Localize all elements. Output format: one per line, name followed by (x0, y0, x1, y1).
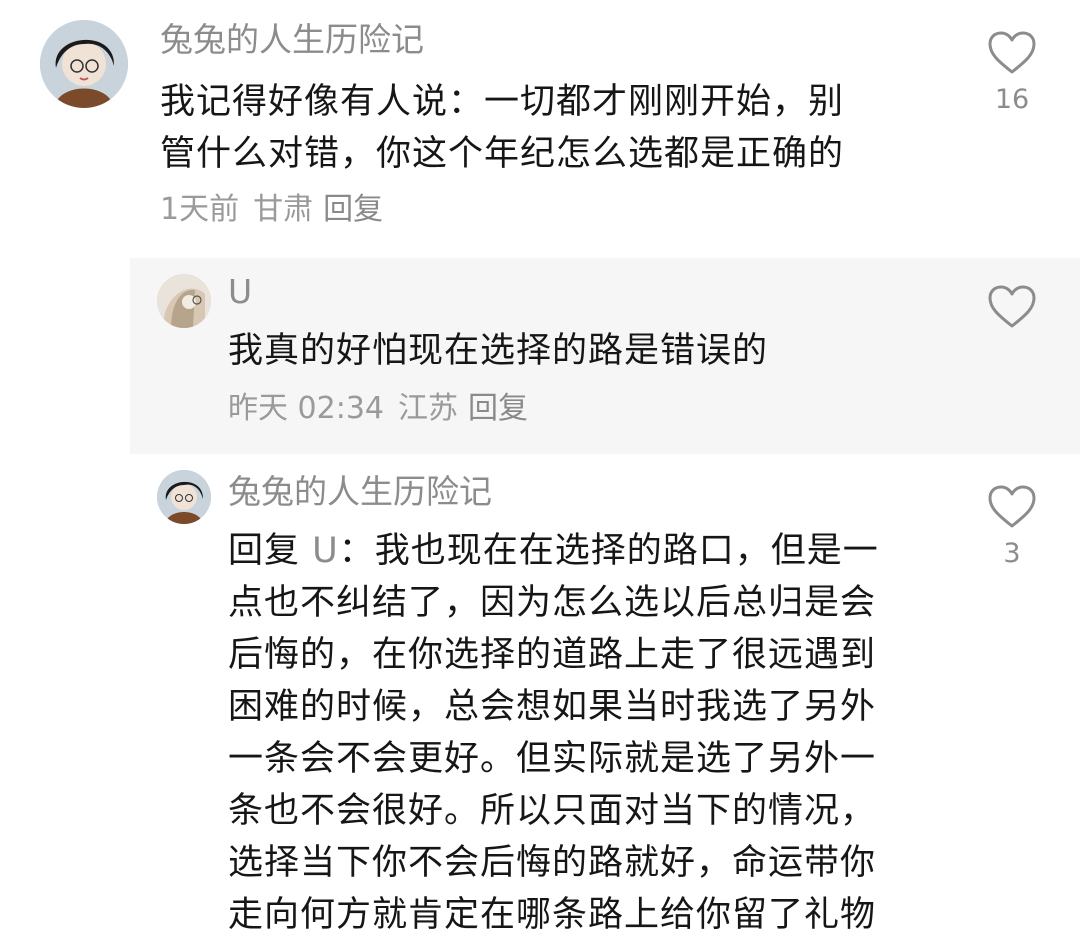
reply-button[interactable]: 回复 (468, 391, 528, 426)
comment-location: 江苏 (398, 391, 458, 426)
comment-text-line: 走向何方就肯定在哪条路上给你留了礼物 (228, 895, 877, 935)
comment-text-line: 管什么对错，你这个年纪怎么选都是正确的 (160, 134, 845, 174)
reply-item: U 我真的好怕现在选择的路是错误的 昨天 02:34 江苏 回复 (130, 258, 1080, 454)
comment-item: 兔兔的人生历险记 我记得好像有人说：一切都才刚刚开始，别 管什么对错，你这个年纪… (0, 0, 1080, 258)
comment-text: 我真的好怕现在选择的路是错误的 (228, 325, 768, 377)
username[interactable]: 兔兔的人生历险记 (228, 472, 492, 512)
comment-text-line: 后悔的，在你选择的道路上走了很远遇到 (228, 635, 877, 675)
like-button[interactable]: 3 (982, 484, 1042, 570)
like-count: 3 (1003, 538, 1021, 569)
avatar[interactable] (40, 20, 128, 108)
username[interactable]: 兔兔的人生历险记 (160, 20, 424, 60)
comment-text-line: 我记得好像有人说：一切都才刚刚开始，别 (160, 82, 845, 122)
comment-location: 甘肃 (253, 192, 314, 227)
comment-text-line: 点也不纠结了，因为怎么选以后总归是会 (228, 583, 877, 623)
reply-prefix: 回复 (228, 531, 301, 571)
heart-outline-icon (988, 485, 1036, 528)
username[interactable]: U (228, 272, 252, 312)
like-button[interactable] (982, 284, 1042, 330)
like-count: 16 (994, 84, 1030, 115)
heart-outline-icon (988, 31, 1036, 74)
comment-text: 我记得好像有人说：一切都才刚刚开始，别 管什么对错，你这个年纪怎么选都是正确的 (160, 76, 844, 180)
comment-text-line: 一条会不会更好。但实际就是选了另外一 (228, 739, 877, 779)
comment-text-segment: ：我也现在在选择的路口，但是一 (338, 531, 879, 571)
comment-text-line: 选择当下你不会后悔的路就好，命运带你 (228, 843, 877, 883)
comment-meta: 昨天 02:34 江苏 回复 (228, 391, 528, 427)
avatar[interactable] (157, 274, 211, 328)
heart-outline-icon (988, 285, 1036, 328)
comment-time: 1天前 (160, 192, 240, 227)
comment-text-line: 回复 U：我也现在在选择的路口，但是一 (228, 525, 879, 577)
comment-time: 昨天 02:34 (228, 391, 384, 426)
comment-text-line: 我真的好怕现在选择的路是错误的 (228, 331, 769, 371)
reply-item: 兔兔的人生历险记 回复 U：我也现在在选择的路口，但是一 点也不纠结了，因为怎么… (0, 454, 1080, 935)
reply-button[interactable]: 回复 (323, 192, 383, 227)
avatar[interactable] (157, 470, 211, 524)
comment-text: 回复 U：我也现在在选择的路口，但是一 点也不纠结了，因为怎么选以后总归是会 后… (228, 525, 879, 941)
comment-text-line: 条也不会很好。所以只面对当下的情况， (228, 791, 877, 831)
like-button[interactable]: 16 (982, 30, 1042, 116)
comment-text-line: 困难的时候，总会想如果当时我选了另外 (228, 687, 877, 727)
comment-meta: 1天前 甘肃 回复 (160, 192, 383, 228)
reply-target-username[interactable]: U (312, 531, 339, 571)
